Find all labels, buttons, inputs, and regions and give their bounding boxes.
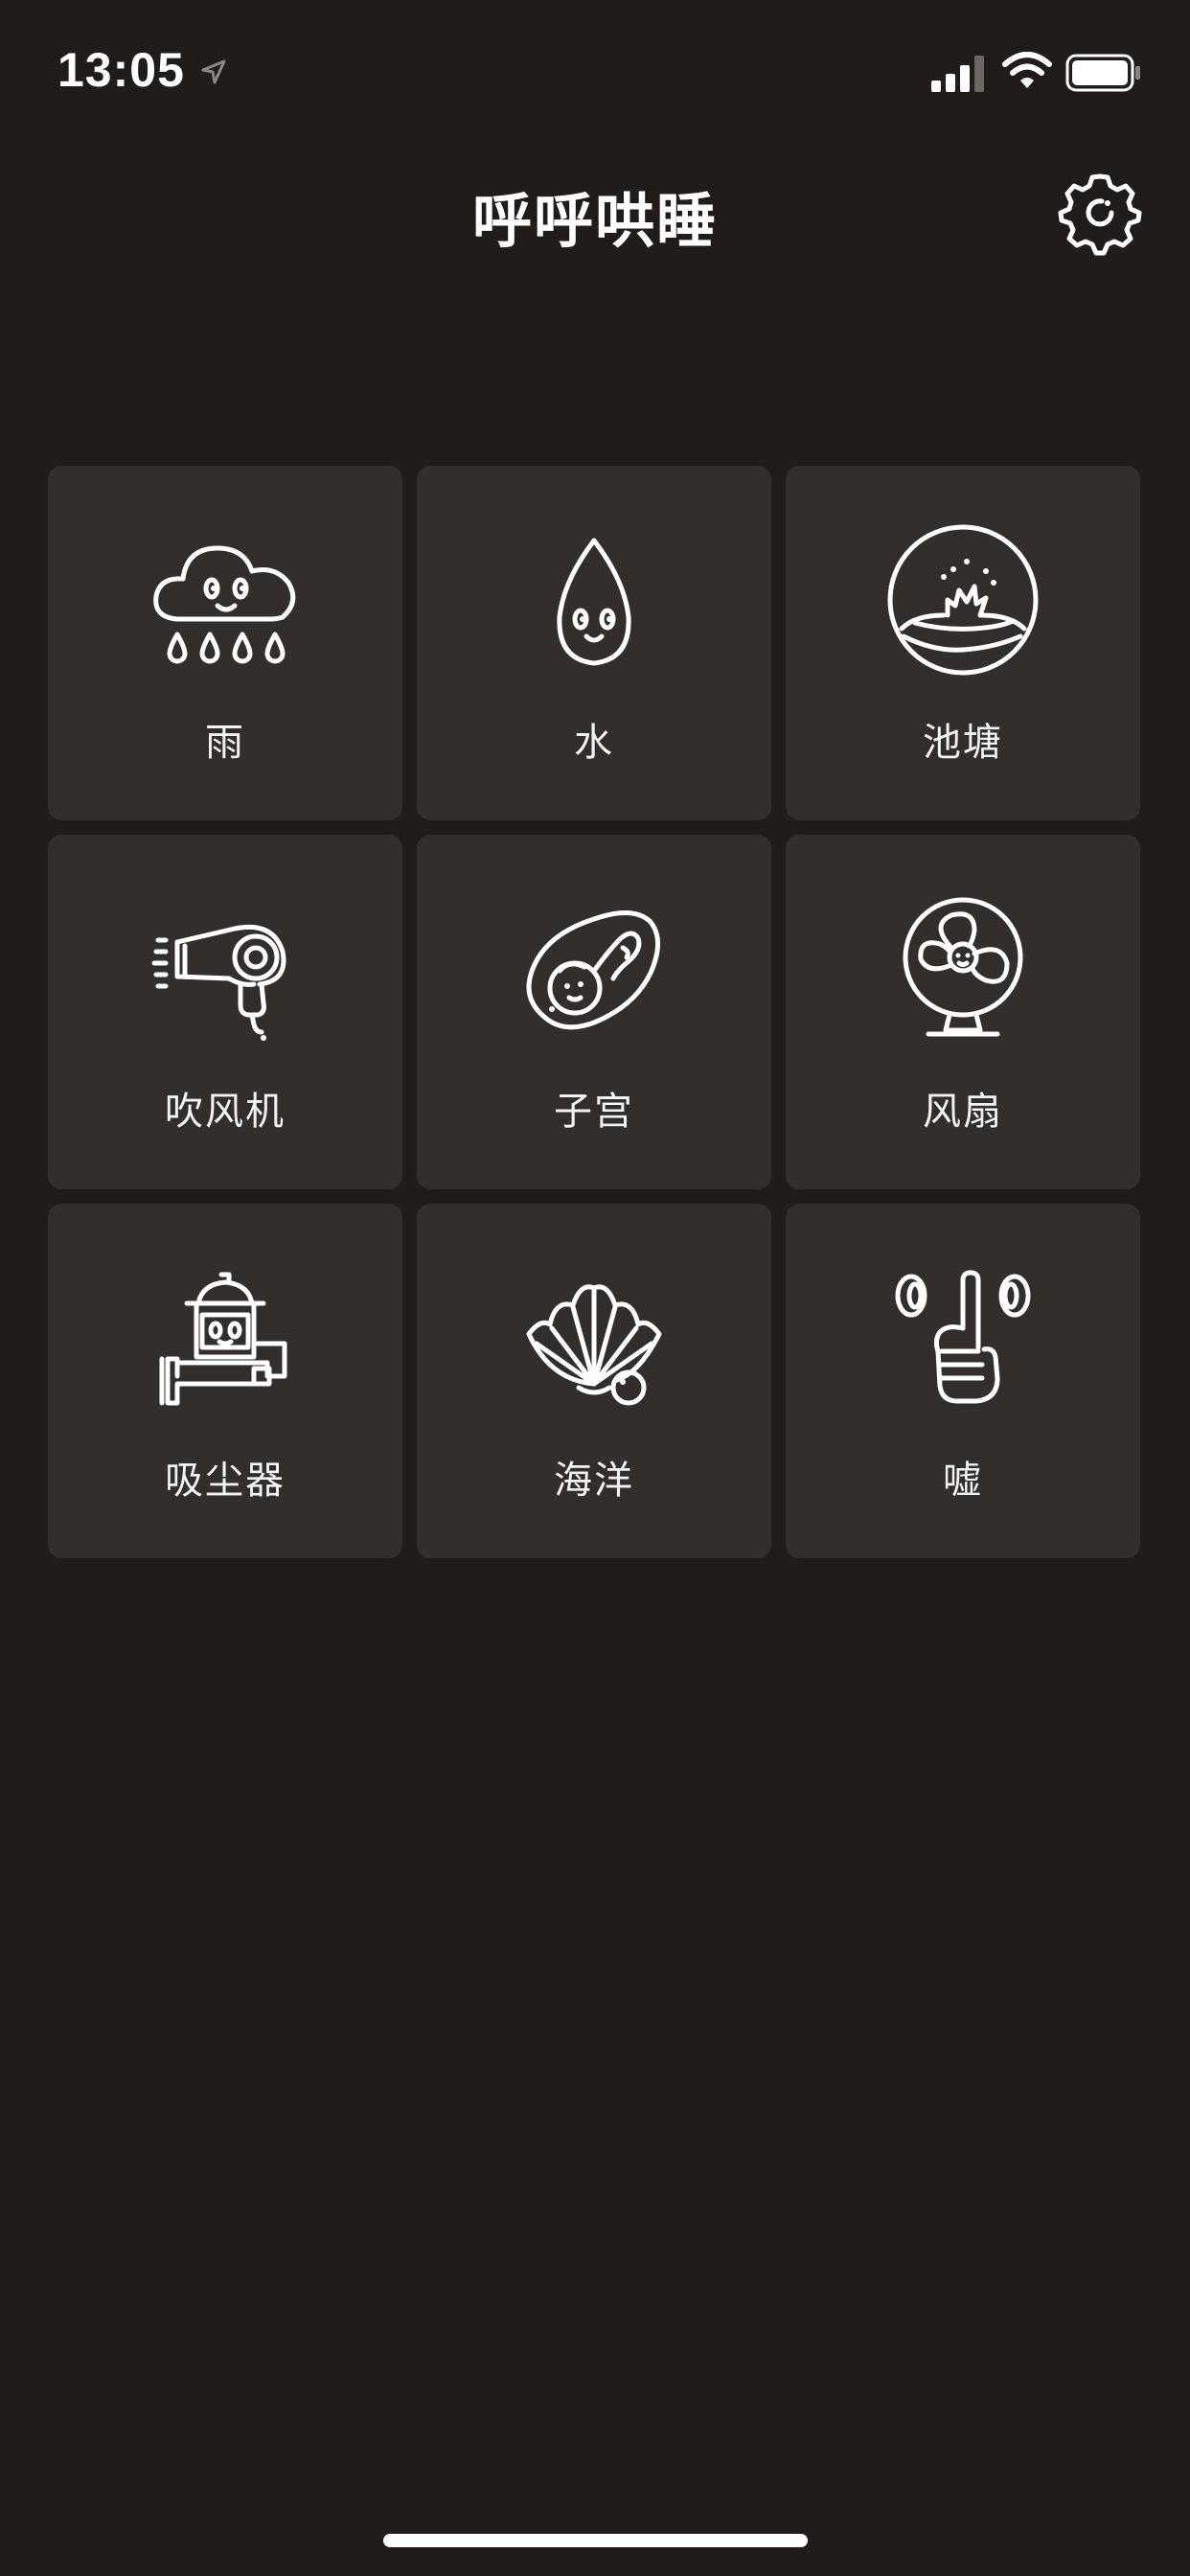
- sound-tile-shush[interactable]: 嘘: [786, 1204, 1140, 1558]
- page-title: 呼呼哄睡: [471, 186, 718, 256]
- sound-label: 嘘: [943, 1459, 983, 1503]
- seashell-icon: [526, 1284, 662, 1406]
- sound-tile-hair-dryer[interactable]: 吹风机: [48, 835, 402, 1189]
- settings-button[interactable]: [1052, 165, 1148, 261]
- sound-label: 吹风机: [165, 1090, 286, 1134]
- sound-tile-vacuum[interactable]: 吸尘器: [48, 1204, 402, 1558]
- sound-label: 子宫: [554, 1090, 634, 1134]
- shush-icon: [895, 1270, 1031, 1404]
- pond-icon: [887, 524, 1039, 676]
- sound-tile-fan[interactable]: 风扇: [786, 835, 1140, 1189]
- sound-label: 海洋: [554, 1459, 634, 1503]
- battery-icon: [1065, 54, 1140, 92]
- sound-tile-water[interactable]: 水: [417, 466, 771, 820]
- sound-tile-pond[interactable]: 池塘: [786, 466, 1140, 820]
- gear-icon: [1058, 173, 1142, 256]
- sound-label: 吸尘器: [165, 1459, 286, 1503]
- sound-tile-womb[interactable]: 子宫: [417, 835, 771, 1189]
- sound-label: 池塘: [923, 721, 1003, 765]
- sound-grid: 雨 水 池塘 吹风机 子宫 风扇 吸尘器 海洋 嘘: [48, 466, 1142, 1558]
- sound-tile-rain[interactable]: 雨: [48, 466, 402, 820]
- vacuum-cleaner-icon: [159, 1272, 287, 1406]
- womb-icon: [526, 910, 660, 1030]
- home-indicator[interactable]: [383, 2534, 808, 2547]
- nav-bar: 呼呼哄睡: [0, 153, 1190, 268]
- location-arrow-icon: [201, 59, 226, 84]
- sound-label: 水: [574, 721, 614, 765]
- sound-label: 风扇: [923, 1090, 1003, 1134]
- water-drop-icon: [557, 538, 631, 666]
- rain-cloud-icon: [153, 545, 296, 664]
- status-bar: 13:05: [0, 0, 1190, 144]
- status-time: 13:05: [57, 43, 185, 97]
- fan-icon: [903, 897, 1023, 1037]
- sound-label: 雨: [205, 721, 245, 765]
- sound-tile-ocean[interactable]: 海洋: [417, 1204, 771, 1558]
- wifi-icon: [1002, 52, 1052, 88]
- hair-dryer-icon: [151, 924, 286, 1041]
- cellular-signal-icon: [931, 56, 984, 92]
